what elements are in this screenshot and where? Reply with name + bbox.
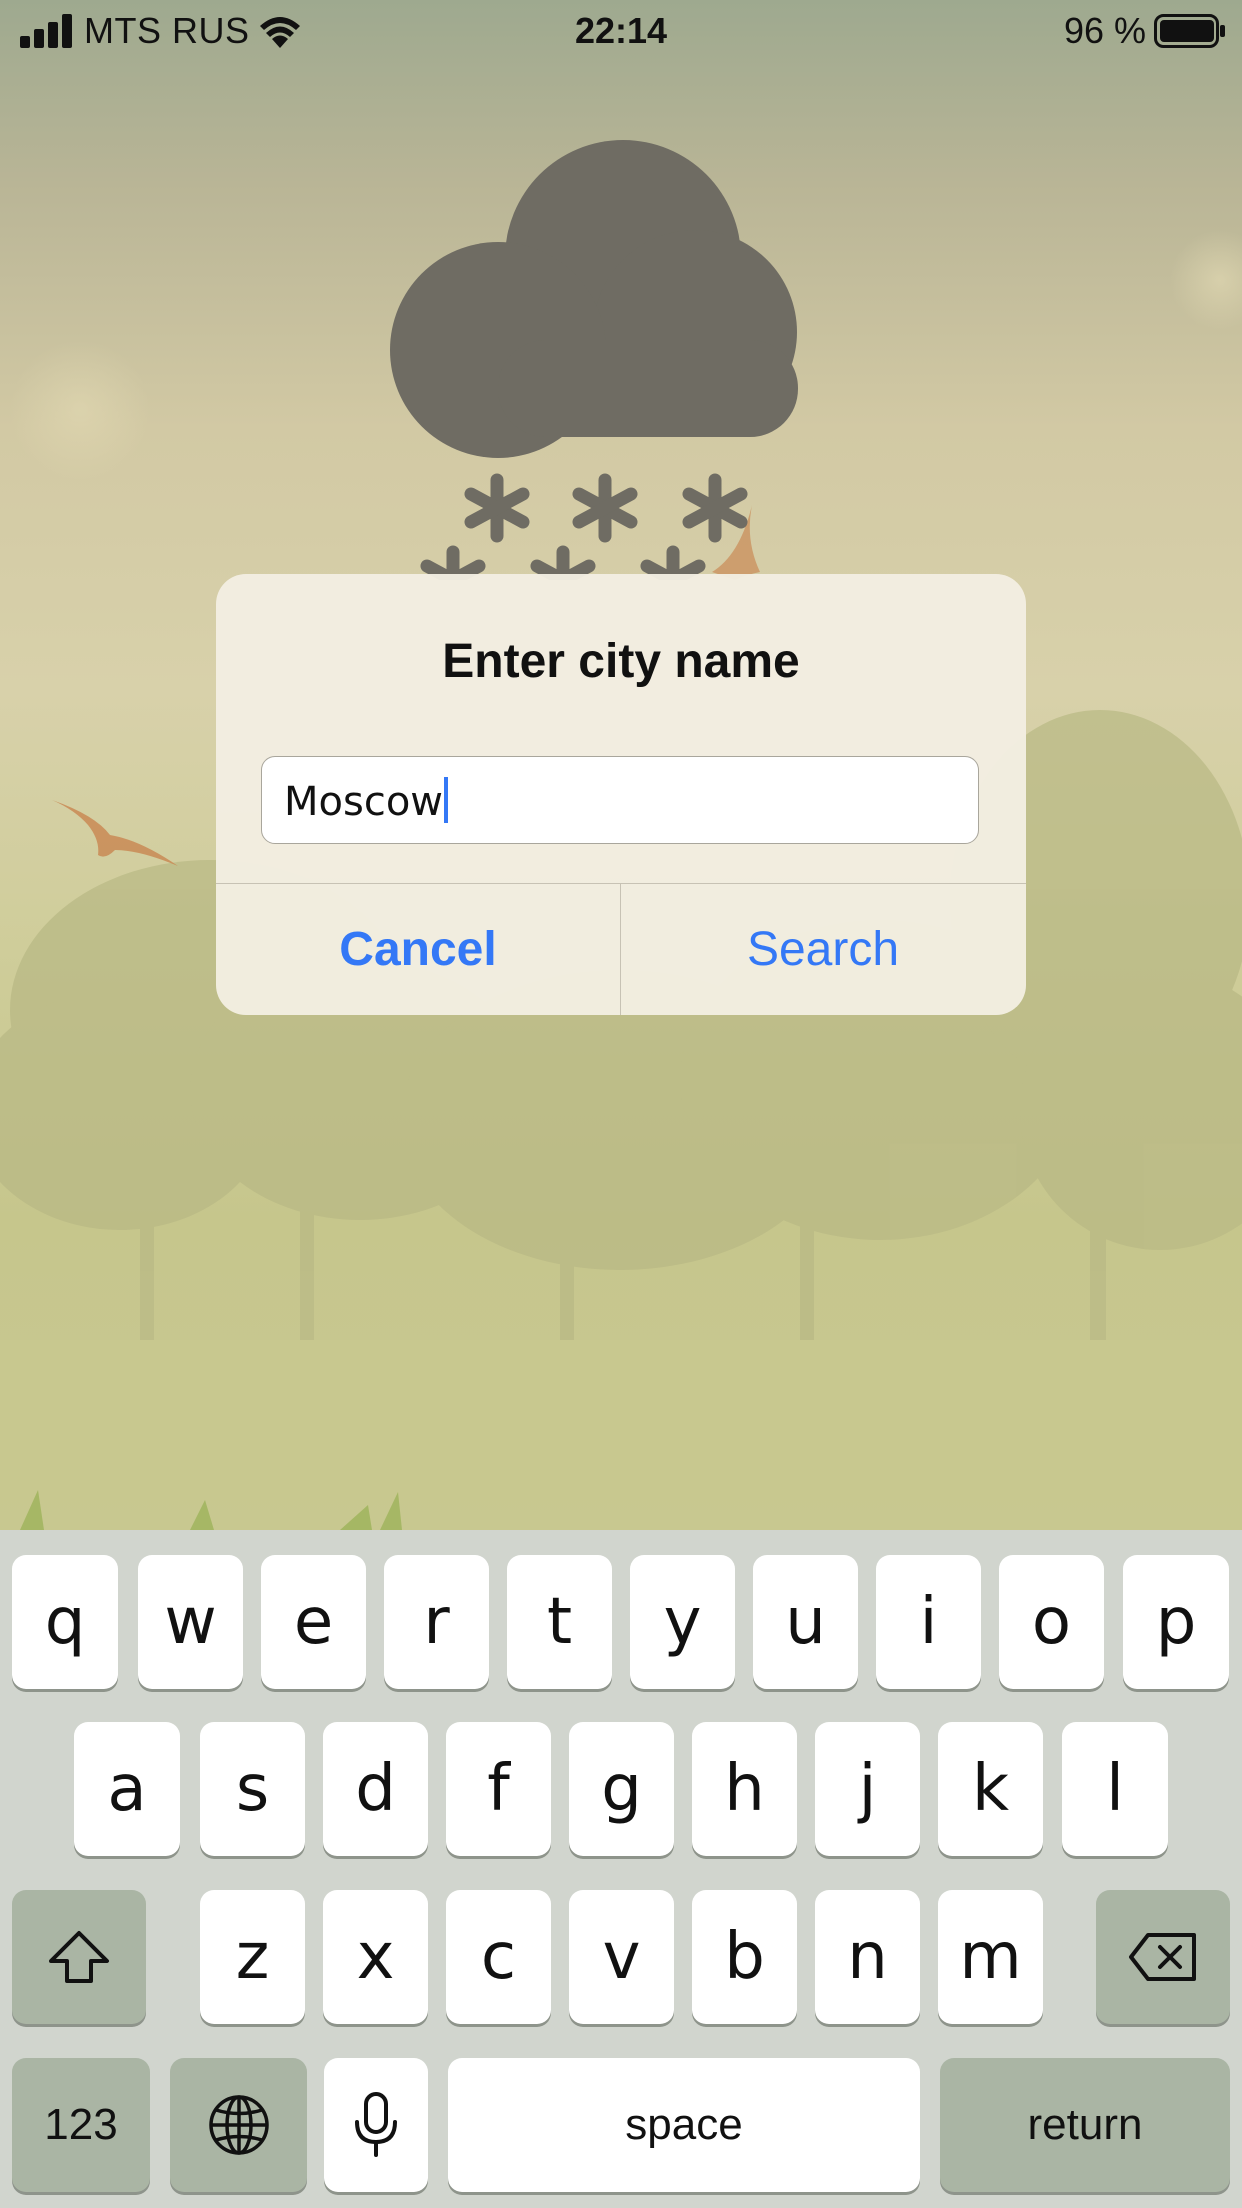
- key-u[interactable]: u: [753, 1555, 858, 1689]
- key-p[interactable]: p: [1123, 1555, 1229, 1689]
- key-n[interactable]: n: [815, 1890, 920, 2024]
- microphone-icon: [355, 2092, 397, 2157]
- key-y[interactable]: y: [630, 1555, 735, 1689]
- key-e[interactable]: e: [261, 1555, 366, 1689]
- key-m[interactable]: m: [938, 1890, 1043, 2024]
- key-o[interactable]: o: [999, 1555, 1104, 1689]
- delete-key[interactable]: [1096, 1890, 1230, 2024]
- dialog-title: Enter city name: [442, 635, 800, 688]
- key-w[interactable]: w: [138, 1555, 243, 1689]
- key-b[interactable]: b: [692, 1890, 797, 2024]
- key-z[interactable]: z: [200, 1890, 305, 2024]
- shift-key[interactable]: [12, 1890, 146, 2024]
- battery-percent-label: 96 %: [1063, 10, 1146, 51]
- cloud-snow-icon: [390, 140, 798, 580]
- city-name-input-value: Moscow: [284, 779, 444, 825]
- key-t[interactable]: t: [507, 1555, 612, 1689]
- key-g[interactable]: g: [569, 1722, 674, 1856]
- key-v[interactable]: v: [569, 1890, 674, 2024]
- shift-arrow-icon: [49, 1931, 109, 1983]
- key-k[interactable]: k: [938, 1722, 1043, 1856]
- key-r[interactable]: r: [384, 1555, 489, 1689]
- search-button[interactable]: Search: [621, 884, 1025, 1015]
- numbers-key[interactable]: 123: [12, 2058, 150, 2192]
- globe-key[interactable]: [170, 2058, 307, 2192]
- city-name-input[interactable]: Moscow: [261, 756, 979, 844]
- backspace-icon: [1129, 1933, 1196, 1981]
- return-key[interactable]: return: [940, 2058, 1230, 2192]
- key-c[interactable]: c: [446, 1890, 551, 2024]
- key-a[interactable]: a: [74, 1722, 180, 1856]
- key-j[interactable]: j: [815, 1722, 920, 1856]
- space-key[interactable]: space: [448, 2058, 920, 2192]
- key-l[interactable]: l: [1062, 1722, 1168, 1856]
- key-i[interactable]: i: [876, 1555, 981, 1689]
- keyboard: q w e r t y u i o p a s d f g h j k l z …: [0, 1530, 1242, 2208]
- key-x[interactable]: x: [323, 1890, 428, 2024]
- battery-icon: [1154, 14, 1225, 48]
- key-q[interactable]: q: [12, 1555, 118, 1689]
- key-h[interactable]: h: [692, 1722, 797, 1856]
- key-d[interactable]: d: [323, 1722, 428, 1856]
- cancel-button[interactable]: Cancel: [216, 884, 620, 1015]
- text-caret: [444, 777, 449, 823]
- status-bar: MTS RUS 22:14 96 %: [0, 0, 1242, 62]
- dictation-key[interactable]: [324, 2058, 428, 2192]
- key-s[interactable]: s: [200, 1722, 305, 1856]
- city-search-dialog: Enter city name Moscow Cancel Search: [216, 574, 1026, 1015]
- globe-icon: [208, 2095, 269, 2155]
- key-f[interactable]: f: [446, 1722, 551, 1856]
- clock-label: 22:14: [574, 10, 668, 51]
